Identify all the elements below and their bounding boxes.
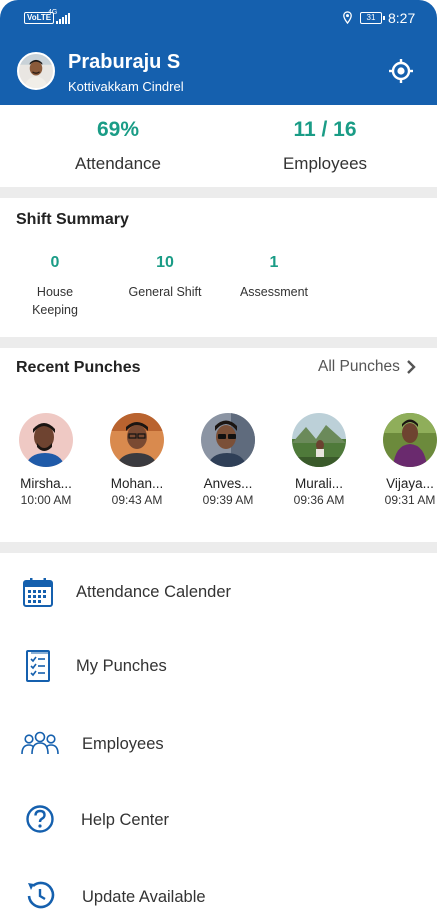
user-name: Praburaju S	[68, 51, 181, 73]
punch-avatar	[19, 413, 73, 467]
punch-name: Vijaya...	[386, 476, 434, 491]
attendance-stat[interactable]: 69% Attendance	[18, 118, 218, 174]
menu-label: Attendance Calender	[76, 583, 232, 601]
punch-time: 09:36 AM	[293, 493, 345, 507]
punch-avatar	[201, 413, 255, 467]
status-time: 8:27	[388, 10, 416, 26]
punch-name: Murali...	[294, 476, 343, 491]
group-icon	[20, 725, 60, 761]
shift-item-housekeeping[interactable]: 0 House Keeping	[5, 254, 105, 319]
punch-item[interactable]: Vijaya... 09:31 AM	[375, 413, 437, 507]
punch-avatar	[383, 413, 437, 467]
shift-label: General Shift	[128, 285, 202, 299]
punch-name: Anves...	[203, 476, 253, 491]
menu-label: Help Center	[81, 811, 170, 829]
shift-summary-title: Shift Summary	[16, 211, 129, 228]
all-punches-link[interactable]: All Punches	[318, 358, 416, 376]
shift-item-general[interactable]: 10 General Shift	[115, 254, 215, 301]
employees-label: Employees	[282, 154, 368, 173]
shift-count: 10	[156, 254, 174, 271]
help-icon	[22, 801, 58, 837]
menu-help-center[interactable]: Help Center	[0, 789, 437, 849]
menu-label: Update Available	[82, 888, 206, 906]
attendance-label: Attendance	[74, 154, 161, 173]
punch-item[interactable]: Anves... 09:39 AM	[193, 413, 263, 507]
punch-time: 09:43 AM	[111, 493, 163, 507]
recent-punches-title: Recent Punches	[16, 359, 141, 376]
section-divider	[0, 542, 437, 553]
punch-name: Mirsha...	[20, 476, 72, 491]
punch-time: 10:00 AM	[20, 493, 72, 507]
app-screen: VoLTE 4G 31 8:27 Praburaju S Kottivakkam…	[0, 0, 437, 923]
battery-icon: 31	[360, 12, 385, 24]
menu-update-available[interactable]: Update Available	[0, 866, 437, 923]
shift-label: House Keeping	[32, 285, 78, 317]
punch-time: 09:31 AM	[384, 493, 436, 507]
status-bar: VoLTE 4G 31 8:27	[0, 0, 437, 36]
checklist-icon	[20, 648, 56, 684]
punch-item[interactable]: Mirsha... 10:00 AM	[11, 413, 81, 507]
shift-label: Assessment	[239, 285, 309, 299]
menu-employees[interactable]: Employees	[0, 713, 437, 773]
menu-attendance-calendar[interactable]: Attendance Calender	[0, 562, 437, 622]
punch-time: 09:39 AM	[202, 493, 254, 507]
shift-item-assessment[interactable]: 1 Assessment	[224, 254, 324, 301]
employees-stat[interactable]: 11 / 16 Employees	[225, 118, 425, 174]
shift-count: 1	[269, 254, 279, 271]
app-header: VoLTE 4G 31 8:27 Praburaju S Kottivakkam…	[0, 0, 437, 105]
punch-item[interactable]: Mohan... 09:43 AM	[102, 413, 172, 507]
location-status-icon	[343, 11, 352, 24]
punch-avatar	[110, 413, 164, 467]
section-divider	[0, 187, 437, 198]
crosshair-icon	[389, 59, 413, 83]
calendar-icon	[20, 574, 56, 610]
attendance-value: 69%	[96, 118, 140, 141]
update-icon	[22, 877, 58, 913]
menu-my-punches[interactable]: My Punches	[0, 636, 437, 696]
shift-count: 0	[50, 254, 60, 271]
employees-value: 11 / 16	[293, 118, 357, 141]
section-divider	[0, 337, 437, 348]
punch-avatar	[292, 413, 346, 467]
locate-button[interactable]	[386, 56, 416, 86]
punch-name: Mohan...	[110, 476, 164, 491]
user-location: Kottivakkam Cindrel	[68, 79, 184, 94]
signal-icon	[56, 12, 70, 24]
all-punches-label: All Punches	[318, 358, 400, 375]
punch-item[interactable]: Murali... 09:36 AM	[284, 413, 354, 507]
user-avatar[interactable]	[17, 52, 55, 90]
menu-label: Employees	[82, 735, 164, 753]
chevron-right-icon	[407, 360, 416, 374]
menu-label: My Punches	[76, 657, 167, 675]
